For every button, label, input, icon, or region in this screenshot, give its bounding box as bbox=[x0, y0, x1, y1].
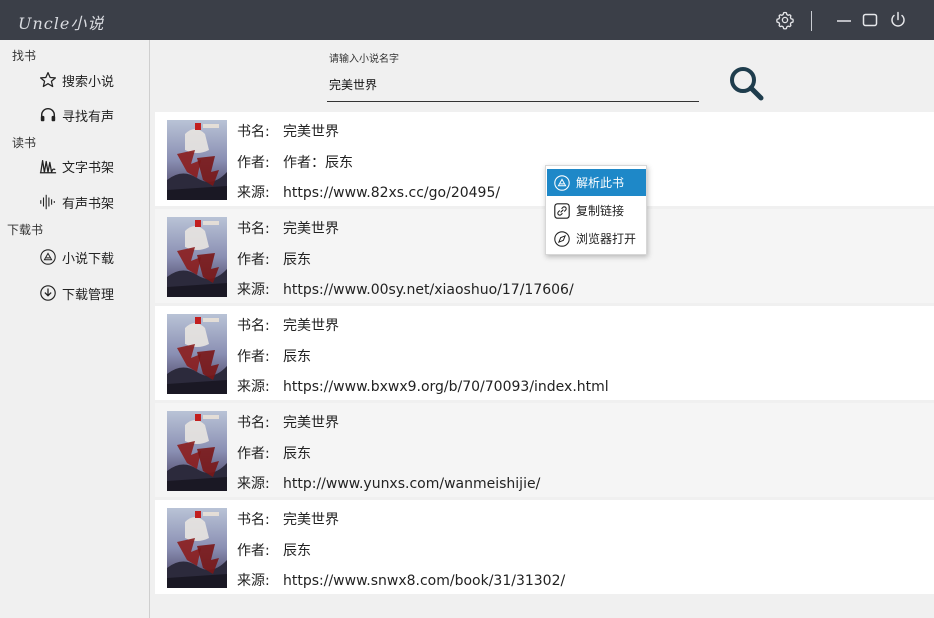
book-author-label: 作者: bbox=[237, 543, 270, 559]
menu-item-label: 浏览器打开 bbox=[576, 232, 637, 246]
sound-wave-icon bbox=[38, 192, 58, 212]
book-name-label: 书名: bbox=[237, 512, 270, 528]
parse-icon bbox=[38, 247, 58, 267]
sidebar-item-label: 寻找有声 bbox=[62, 109, 115, 125]
settings-icon[interactable] bbox=[775, 10, 795, 30]
book-name-row: 书名: 完美世界 bbox=[237, 509, 339, 529]
sidebar-item-label: 搜索小说 bbox=[62, 74, 115, 90]
book-source-link[interactable]: http://www.yunxs.com/wanmeishijie/ bbox=[283, 476, 540, 492]
book-source-link[interactable]: https://www.snwx8.com/book/31/31302/ bbox=[283, 573, 565, 589]
book-source-row: 来源: https://www.bxwx9.org/b/70/70093/inde… bbox=[237, 376, 609, 396]
star-icon bbox=[38, 70, 58, 90]
context-menu: 解析此书 复制链接 浏览器打开 bbox=[545, 165, 647, 255]
download-icon bbox=[38, 283, 58, 303]
search-button[interactable] bbox=[726, 63, 766, 103]
book-author-value: 作者：辰东 bbox=[283, 155, 353, 171]
book-name-value: 完美世界 bbox=[283, 318, 339, 334]
result-item[interactable]: 书名: 完美世界 作者: 辰东 来源: https://www.bxwx9.org/b… bbox=[155, 306, 934, 400]
book-author-row: 作者: 辰东 bbox=[237, 443, 311, 463]
minimize-icon[interactable] bbox=[834, 10, 854, 30]
menu-item-label: 复制链接 bbox=[576, 204, 625, 218]
book-name-value: 完美世界 bbox=[283, 221, 339, 237]
sidebar-item-label: 小说下载 bbox=[62, 251, 115, 267]
book-source-label: 来源: bbox=[237, 282, 270, 298]
book-author-row: 作者: 辰东 bbox=[237, 346, 311, 366]
sidebar-item-label: 文字书架 bbox=[62, 160, 115, 176]
book-name-row: 书名: 完美世界 bbox=[237, 121, 339, 141]
book-name-value: 完美世界 bbox=[283, 124, 339, 140]
book-source-label: 来源: bbox=[237, 379, 270, 395]
book-name-value: 完美世界 bbox=[283, 512, 339, 528]
menu-item-copy-link[interactable]: 复制链接 bbox=[547, 197, 646, 224]
book-cover bbox=[167, 217, 227, 297]
book-author-value: 辰东 bbox=[283, 252, 311, 268]
sidebar-item-audio-shelf[interactable]: 有声书架 bbox=[38, 190, 114, 214]
book-source-row: 来源: https://www.82xs.cc/go/20495/ bbox=[237, 182, 500, 202]
menu-item-parse-book[interactable]: 解析此书 bbox=[547, 169, 646, 196]
book-author-value: 辰东 bbox=[283, 543, 311, 559]
book-name-label: 书名: bbox=[237, 415, 270, 431]
result-item[interactable]: 书名: 完美世界 作者: 辰东 来源: https://www.snwx8.com/b… bbox=[155, 500, 934, 594]
book-author-row: 作者: 辰东 bbox=[237, 249, 311, 269]
book-name-label: 书名: bbox=[237, 124, 270, 140]
search-input[interactable] bbox=[327, 68, 699, 102]
section-title-find: 找书 bbox=[12, 49, 37, 63]
book-author-value: 辰东 bbox=[283, 349, 311, 365]
section-title-download: 下载书 bbox=[7, 223, 44, 237]
book-source-row: 来源: https://www.snwx8.com/book/31/31302/ bbox=[237, 570, 565, 590]
sidebar-item-label: 有声书架 bbox=[62, 196, 115, 212]
search-label: 请输入小说名字 bbox=[329, 54, 399, 65]
book-cover bbox=[167, 411, 227, 491]
book-name-row: 书名: 完美世界 bbox=[237, 412, 339, 432]
book-source-link[interactable]: https://www.00sy.net/xiaoshuo/17/17606/ bbox=[283, 282, 574, 298]
book-source-row: 来源: https://www.00sy.net/xiaoshuo/17/1760… bbox=[237, 279, 574, 299]
titlebar-separator bbox=[811, 11, 812, 31]
sidebar-item-search-novel[interactable]: 搜索小说 bbox=[38, 68, 114, 92]
books-icon bbox=[38, 156, 58, 176]
book-author-label: 作者: bbox=[237, 446, 270, 462]
link-icon bbox=[553, 202, 571, 220]
book-source-label: 来源: bbox=[237, 185, 270, 201]
title-bar: Uncle小说 bbox=[0, 0, 934, 40]
book-cover bbox=[167, 314, 227, 394]
book-source-link[interactable]: https://www.bxwx9.org/b/70/70093/index.h… bbox=[283, 379, 609, 395]
book-name-row: 书名: 完美世界 bbox=[237, 315, 339, 335]
book-name-label: 书名: bbox=[237, 221, 270, 237]
sidebar-item-text-shelf[interactable]: 文字书架 bbox=[38, 154, 114, 178]
book-source-label: 来源: bbox=[237, 476, 270, 492]
sidebar-item-find-audio[interactable]: 寻找有声 bbox=[38, 103, 114, 127]
app-title: Uncle小说 bbox=[18, 14, 105, 33]
book-author-label: 作者: bbox=[237, 155, 270, 171]
book-source-row: 来源: http://www.yunxs.com/wanmeishijie/ bbox=[237, 473, 540, 493]
book-author-row: 作者: 辰东 bbox=[237, 540, 311, 560]
book-name-value: 完美世界 bbox=[283, 415, 339, 431]
book-source-link[interactable]: https://www.82xs.cc/go/20495/ bbox=[283, 185, 500, 201]
sidebar-item-label: 下载管理 bbox=[62, 287, 115, 303]
compass-icon bbox=[553, 230, 571, 248]
power-icon[interactable] bbox=[888, 10, 908, 30]
sidebar-item-download-manager[interactable]: 下载管理 bbox=[38, 281, 114, 305]
book-author-value: 辰东 bbox=[283, 446, 311, 462]
book-name-label: 书名: bbox=[237, 318, 270, 334]
book-author-row: 作者: 作者：辰东 bbox=[237, 152, 353, 172]
maximize-icon[interactable] bbox=[860, 10, 880, 30]
book-source-label: 来源: bbox=[237, 573, 270, 589]
parse-icon bbox=[553, 174, 571, 192]
sidebar: 找书 搜索小说 寻找有声 读书 文字书架 有声书架 下载书 小说下载 下载管理 bbox=[0, 40, 150, 618]
book-cover bbox=[167, 120, 227, 200]
menu-item-open-browser[interactable]: 浏览器打开 bbox=[547, 225, 646, 252]
section-title-read: 读书 bbox=[12, 136, 37, 150]
book-name-row: 书名: 完美世界 bbox=[237, 218, 339, 238]
book-author-label: 作者: bbox=[237, 252, 270, 268]
book-cover bbox=[167, 508, 227, 588]
sidebar-item-novel-download[interactable]: 小说下载 bbox=[38, 245, 114, 269]
headphones-icon bbox=[38, 105, 58, 125]
book-author-label: 作者: bbox=[237, 349, 270, 365]
menu-item-label: 解析此书 bbox=[576, 176, 625, 190]
result-item[interactable]: 书名: 完美世界 作者: 辰东 来源: http://www.yunxs.com/wa… bbox=[155, 403, 934, 497]
